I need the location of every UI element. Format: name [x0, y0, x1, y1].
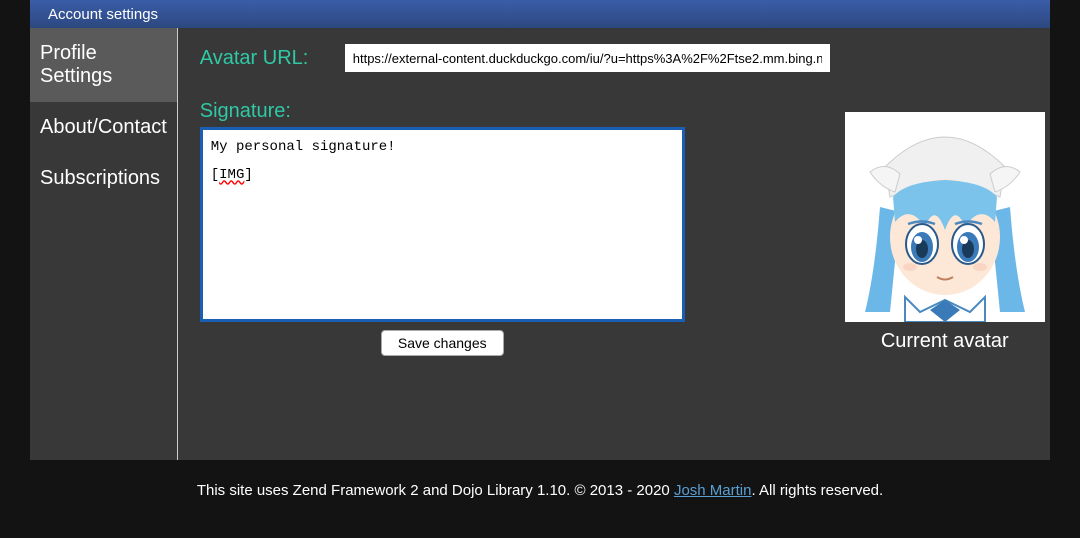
current-avatar-image — [845, 112, 1045, 322]
avatar-url-label: Avatar URL: — [200, 47, 345, 70]
avatar-url-row: Avatar URL: — [200, 44, 830, 72]
footer-text-before: This site uses Zend Framework 2 and Dojo… — [197, 482, 674, 499]
signature-line-1: My personal signature! — [211, 136, 674, 158]
signature-line-2: [IMG] — [211, 164, 674, 186]
sidebar: Profile Settings About/Contact Subscript… — [30, 28, 178, 460]
save-button-label: Save changes — [398, 335, 487, 351]
sidebar-item-label: Profile Settings — [40, 42, 112, 87]
signature-img-tag: IMG — [219, 167, 244, 183]
sidebar-item-about-contact[interactable]: About/Contact — [30, 102, 177, 153]
sidebar-item-profile-settings[interactable]: Profile Settings — [30, 28, 177, 102]
footer-author-link[interactable]: Josh Martin — [674, 482, 752, 499]
form-area: Avatar URL: Signature: My personal signa… — [200, 44, 830, 444]
account-settings-header: Account settings — [30, 0, 1050, 28]
main-panel: Profile Settings About/Contact Subscript… — [30, 28, 1050, 460]
avatar-url-input[interactable] — [345, 44, 830, 72]
footer: This site uses Zend Framework 2 and Dojo… — [30, 482, 1050, 499]
signature-section: Signature: My personal signature! [IMG] … — [200, 100, 830, 356]
save-row: Save changes — [200, 330, 685, 356]
avatar-panel: Current avatar — [830, 44, 1060, 444]
sidebar-item-label: About/Contact — [40, 116, 167, 138]
sidebar-item-label: Subscriptions — [40, 167, 160, 189]
sidebar-item-subscriptions[interactable]: Subscriptions — [30, 153, 177, 204]
header-title: Account settings — [48, 6, 158, 23]
avatar-caption: Current avatar — [881, 330, 1009, 353]
content-area: Avatar URL: Signature: My personal signa… — [178, 28, 1080, 460]
signature-textarea[interactable]: My personal signature! [IMG] — [200, 127, 685, 322]
footer-text-after: . All rights reserved. — [751, 482, 883, 499]
save-changes-button[interactable]: Save changes — [381, 330, 504, 356]
avatar-illustration-icon — [845, 112, 1045, 322]
signature-label: Signature: — [200, 100, 830, 123]
